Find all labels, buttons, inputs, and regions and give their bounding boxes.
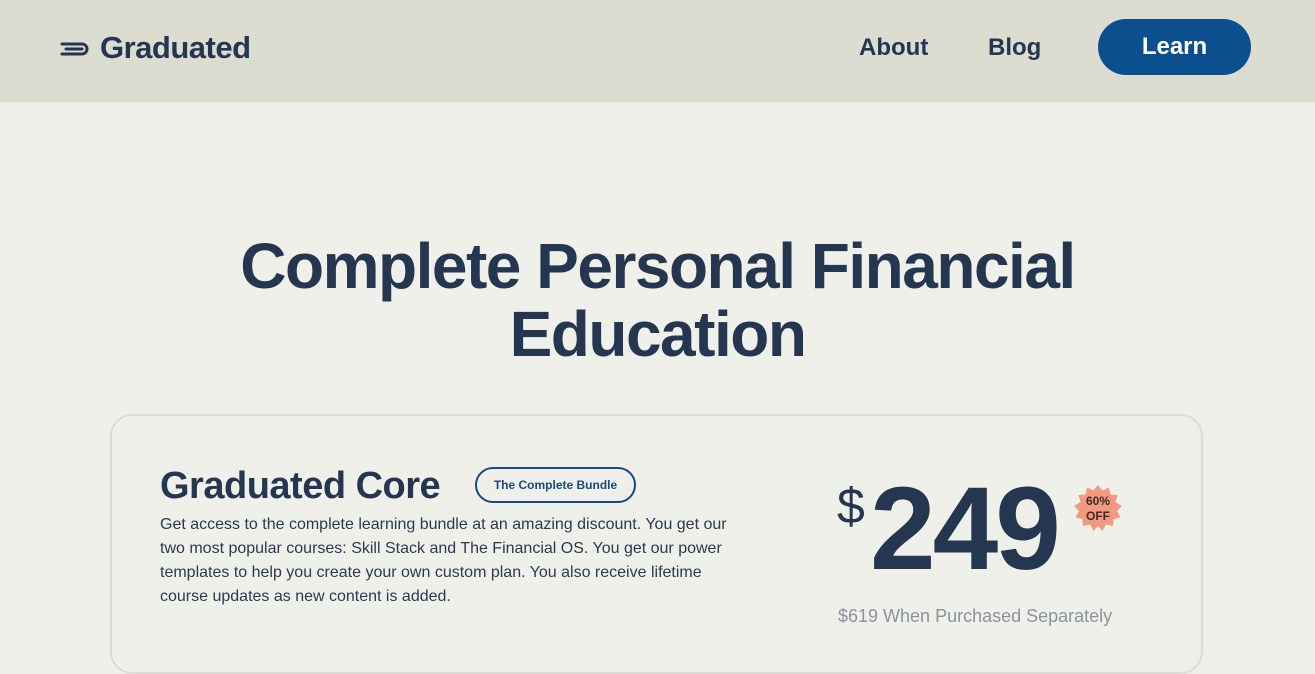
price-amount: 249 [870,463,1061,595]
product-title: Graduated Core [160,465,441,507]
nav-about-link[interactable]: About [859,32,928,64]
bundle-badge: The Complete Bundle [475,467,636,503]
page-title: Complete Personal Financial Education [0,232,1315,368]
discount-percent: 60% [1085,494,1111,508]
logo-link[interactable]: Graduated [60,28,251,68]
product-description: Get access to the complete learning bund… [160,516,727,605]
site-header: Graduated About Blog Learn [0,0,1315,102]
discount-badge: 60% OFF [1073,484,1123,534]
page-title-line-1: Complete Personal Financial [240,230,1076,302]
discount-text: 60% OFF [1073,494,1123,524]
graduated-lines-logo-icon [60,42,89,56]
price-currency-symbol: $ [837,478,865,534]
page-title-line-2: Education [509,298,807,370]
discount-off: OFF [1086,509,1110,523]
separate-price-note: $619 When Purchased Separately [838,606,1113,626]
logo-text: Graduated [100,30,251,65]
learn-button[interactable]: Learn [1098,19,1251,75]
nav-blog-link[interactable]: Blog [988,32,1041,64]
